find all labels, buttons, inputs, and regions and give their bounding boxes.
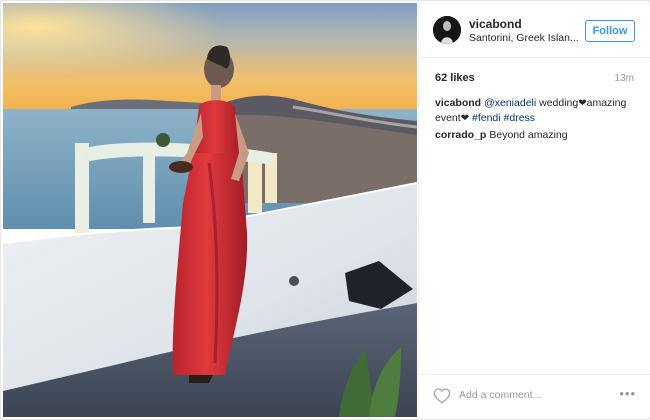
add-comment-input[interactable]: Add a comment... [459, 389, 541, 401]
comment-mention[interactable]: @xeniadeli [484, 97, 536, 109]
comment-item: corrado_p Beyond amazing [435, 128, 635, 142]
comment-item: vicabond @xeniadeli wedding❤amazing event… [435, 96, 635, 126]
follow-button[interactable]: Follow [585, 20, 635, 42]
post-side-panel: vicabond Santorini, Greek Islan... Follo… [418, 3, 650, 417]
post-card: vicabond Santorini, Greek Islan... Follo… [0, 0, 650, 420]
comment-text: Beyond amazing [489, 129, 568, 141]
comment-footer: Add a comment... ••• [419, 374, 650, 418]
post-location[interactable]: Santorini, Greek Islan... [469, 32, 579, 44]
comment-text: wedding [536, 97, 579, 109]
post-photo[interactable] [3, 3, 417, 417]
comment-username[interactable]: vicabond [435, 97, 481, 109]
likes-count[interactable]: 62 likes [435, 72, 475, 84]
post-header: vicabond Santorini, Greek Islan... Follo… [419, 3, 650, 58]
heart-outline-svg [433, 388, 451, 404]
photo-scene [3, 3, 417, 417]
heart-icon: ❤ [578, 98, 587, 109]
comment-username[interactable]: corrado_p [435, 129, 486, 141]
comment-hashtags[interactable]: #fendi #dress [472, 112, 535, 124]
avatar[interactable] [433, 16, 461, 44]
heart-icon: ❤ [460, 113, 470, 124]
post-time[interactable]: 13m [615, 73, 634, 84]
avatar-image [433, 16, 461, 44]
comments-list: vicabond @xeniadeli wedding❤amazing event… [435, 96, 635, 144]
heart-outline-icon[interactable] [433, 388, 451, 404]
more-options-icon[interactable]: ••• [619, 386, 636, 401]
post-username[interactable]: vicabond [469, 17, 522, 31]
